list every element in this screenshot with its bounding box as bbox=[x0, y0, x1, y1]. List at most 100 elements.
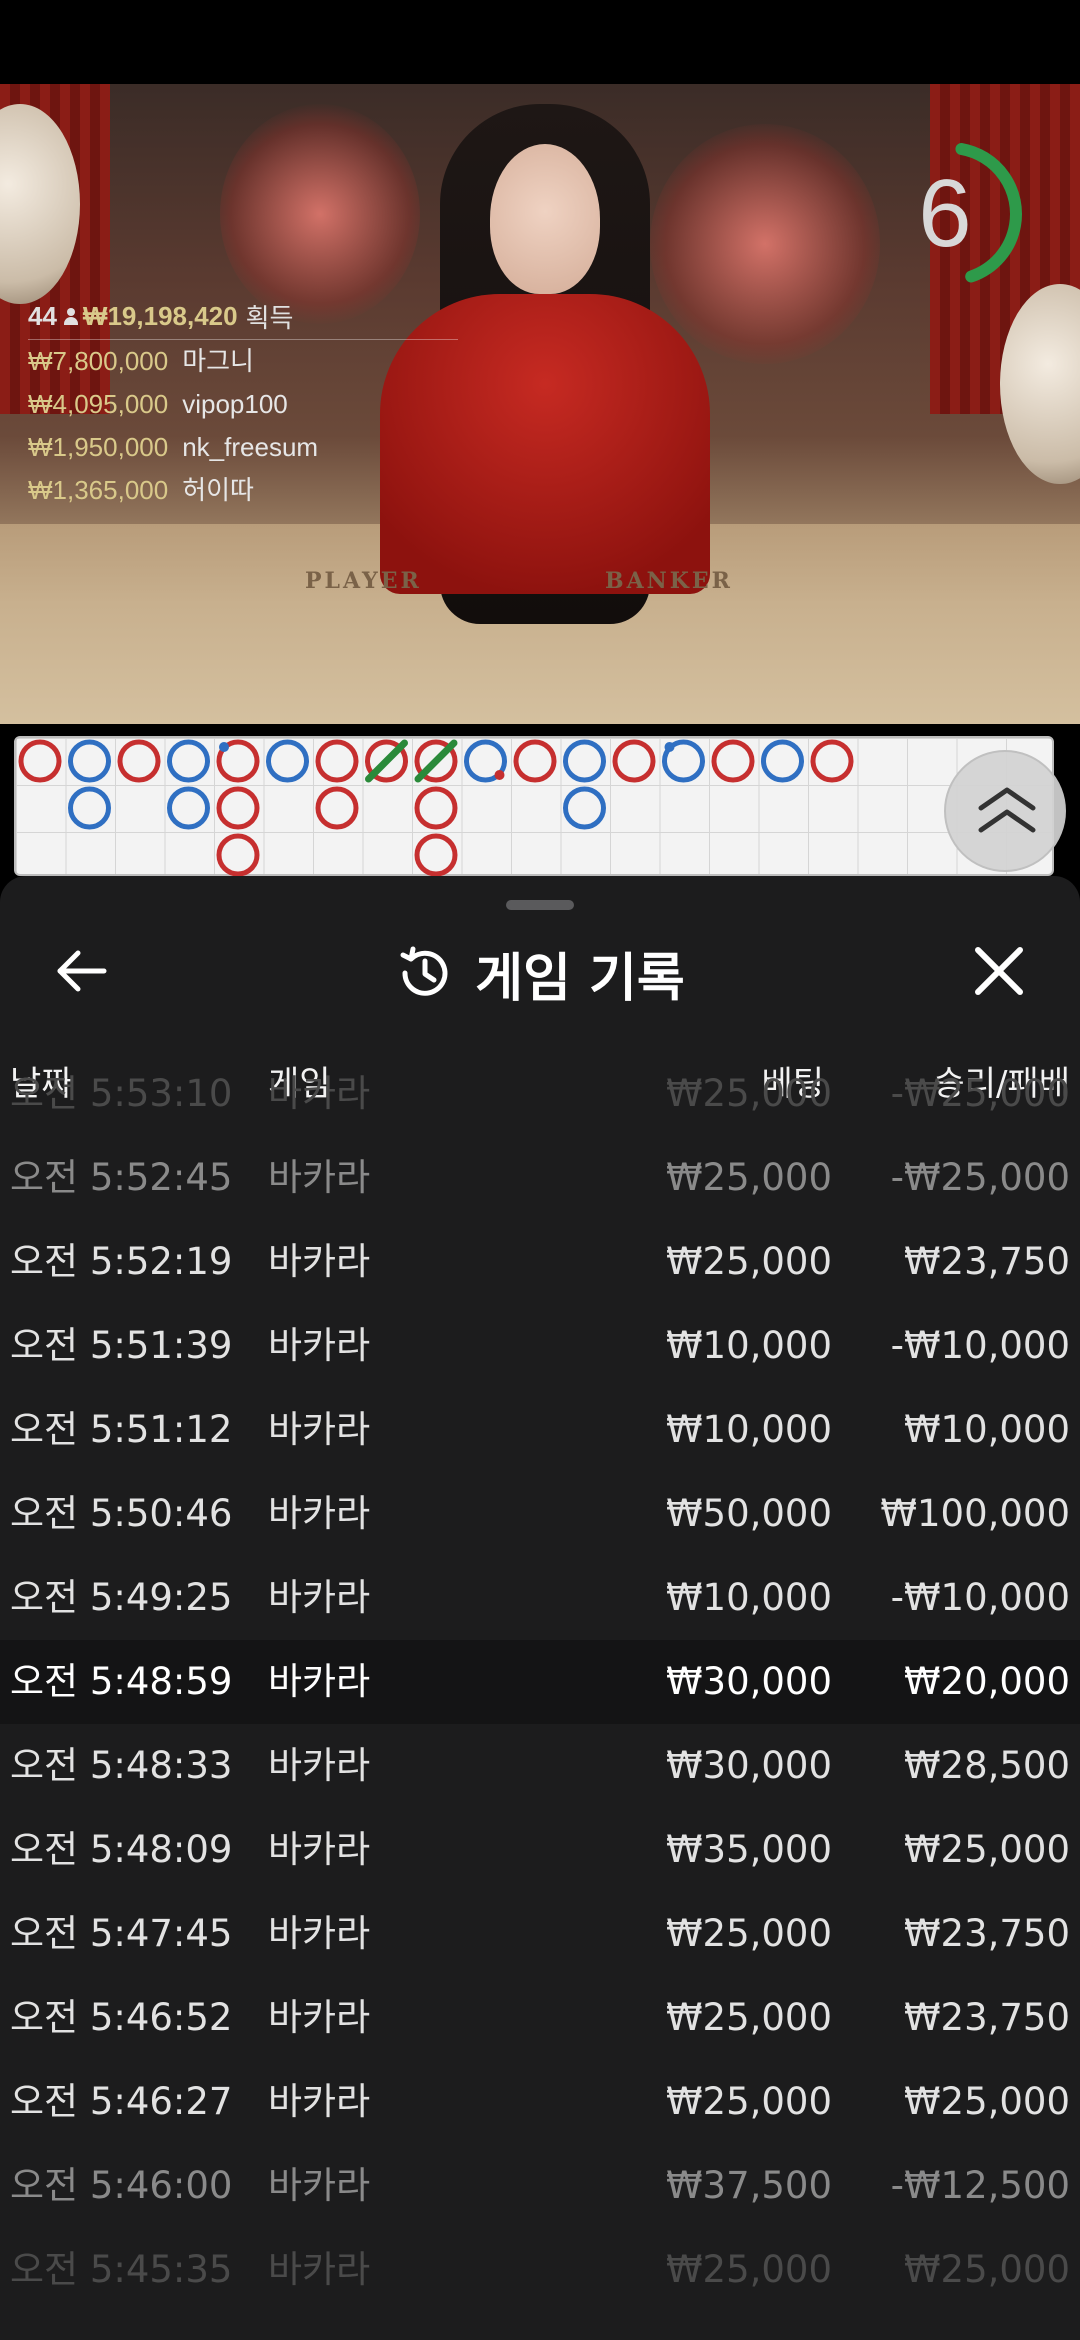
live-video-feed[interactable]: PLAYER BANKER 6 44 ₩19,198,420 획득 ₩7,800… bbox=[0, 84, 1080, 724]
row-time: 오전 5:45:35 bbox=[10, 2248, 233, 2291]
banker-pair-dot bbox=[494, 770, 505, 780]
history-row[interactable]: 오전 5:52:45 바카라 ₩25,000 -₩25,000 bbox=[0, 1136, 1080, 1220]
winner-name: vipop100 bbox=[182, 389, 288, 419]
row-bet: ₩25,000 bbox=[665, 2248, 832, 2291]
player-win-marker bbox=[68, 739, 111, 783]
blossom-right bbox=[650, 124, 880, 364]
history-row[interactable]: 오전 5:48:33 바카라 ₩30,000 ₩28,500 bbox=[0, 1724, 1080, 1808]
row-result: ₩28,500 bbox=[903, 1744, 1070, 1787]
winner-amount: ₩7,800,000 bbox=[28, 346, 169, 376]
row-result: ₩25,000 bbox=[903, 2248, 1070, 2291]
winner-amount: ₩1,950,000 bbox=[28, 432, 169, 462]
close-button[interactable] bbox=[964, 936, 1034, 1006]
row-result: ₩23,750 bbox=[903, 1912, 1070, 1955]
row-game: 바카라 bbox=[268, 1660, 371, 1703]
sheet-drag-handle[interactable] bbox=[506, 900, 574, 910]
banker-win-marker bbox=[18, 739, 62, 783]
double-chevron-up-icon bbox=[978, 787, 1036, 833]
player-pair-dot bbox=[664, 742, 675, 752]
winner-name: nk_freesum bbox=[182, 432, 319, 462]
history-row[interactable]: 오전 5:50:46 바카라 ₩50,000 ₩100,000 bbox=[0, 1472, 1080, 1556]
row-bet: ₩25,000 bbox=[665, 2080, 832, 2123]
row-time: 오전 5:48:33 bbox=[10, 1744, 233, 1787]
banker-win-marker bbox=[711, 739, 755, 783]
history-row[interactable]: 오전 5:51:39 바카라 ₩10,000 -₩10,000 bbox=[0, 1304, 1080, 1388]
winners-leaderboard: 44 ₩19,198,420 획득 ₩7,800,000 마그니 ₩4,095,0… bbox=[28, 301, 458, 512]
row-game: 바카라 bbox=[268, 1576, 371, 1619]
row-time: 오전 5:52:45 bbox=[10, 1156, 233, 1199]
row-result: -₩10,000 bbox=[890, 1576, 1070, 1619]
banker-table-label: BANKER bbox=[605, 568, 733, 594]
history-row[interactable]: 오전 5:45:35 바카라 ₩25,000 ₩25,000 bbox=[0, 2228, 1080, 2312]
banker-win-marker bbox=[216, 833, 260, 877]
row-bet: ₩30,000 bbox=[665, 1660, 832, 1703]
history-row[interactable]: 오전 5:48:59 바카라 ₩30,000 ₩20,000 bbox=[0, 1640, 1080, 1724]
winner-amount: ₩4,095,000 bbox=[28, 389, 169, 419]
row-time: 오전 5:47:45 bbox=[10, 1912, 233, 1955]
blossom-left bbox=[220, 104, 420, 324]
row-bet: ₩30,000 bbox=[665, 1744, 832, 1787]
row-result: -₩10,000 bbox=[890, 1324, 1070, 1367]
total-win-suffix: 획득 bbox=[245, 303, 294, 333]
row-result: -₩25,000 bbox=[890, 1072, 1070, 1115]
winner-name: 허이따 bbox=[182, 475, 254, 505]
leaderboard-header: 44 ₩19,198,420 획득 bbox=[28, 301, 458, 340]
player-win-marker bbox=[68, 786, 111, 830]
player-table-label: PLAYER bbox=[305, 568, 422, 594]
countdown-timer: 6 bbox=[880, 124, 1050, 294]
expand-scoreboard-button[interactable] bbox=[944, 750, 1066, 872]
row-result: ₩20,000 bbox=[903, 1660, 1070, 1703]
row-game: 바카라 bbox=[268, 2164, 371, 2207]
banker-win-marker bbox=[513, 739, 557, 783]
history-row[interactable]: 오전 5:51:12 바카라 ₩10,000 ₩10,000 bbox=[0, 1388, 1080, 1472]
player-win-marker bbox=[563, 739, 606, 783]
row-bet: ₩25,000 bbox=[665, 1156, 832, 1199]
sheet-title: 게임 기록 bbox=[0, 938, 1080, 1009]
row-result: ₩10,000 bbox=[903, 1408, 1070, 1451]
history-row[interactable]: 오전 5:48:09 바카라 ₩35,000 ₩25,000 bbox=[0, 1808, 1080, 1892]
player-win-marker bbox=[266, 739, 309, 783]
row-game: 바카라 bbox=[268, 1492, 371, 1535]
row-result: ₩23,750 bbox=[903, 1996, 1070, 2039]
row-bet: ₩10,000 bbox=[665, 1408, 832, 1451]
road-grid bbox=[18, 739, 854, 877]
banker-win-marker bbox=[414, 786, 458, 830]
row-time: 오전 5:48:09 bbox=[10, 1828, 233, 1871]
row-game: 바카라 bbox=[268, 1324, 371, 1367]
history-list[interactable]: 오전 5:53:10 바카라 ₩25,000 -₩25,000 오전 5:52:45 바카… bbox=[0, 1072, 1080, 2340]
row-game: 바카라 bbox=[268, 1408, 371, 1451]
banker-win-marker bbox=[315, 786, 359, 830]
row-result: -₩12,500 bbox=[890, 2164, 1070, 2207]
row-time: 오전 5:48:59 bbox=[10, 1660, 233, 1703]
row-bet: ₩35,000 bbox=[665, 1828, 832, 1871]
row-game: 바카라 bbox=[268, 1828, 371, 1871]
history-row[interactable]: 오전 5:47:45 바카라 ₩25,000 ₩23,750 bbox=[0, 1892, 1080, 1976]
history-row[interactable]: 오전 5:46:27 바카라 ₩25,000 ₩25,000 bbox=[0, 2060, 1080, 2144]
row-game: 바카라 bbox=[268, 1156, 371, 1199]
row-time: 오전 5:52:19 bbox=[10, 1240, 233, 1283]
history-row[interactable]: 오전 5:46:00 바카라 ₩37,500 -₩12,500 bbox=[0, 2144, 1080, 2228]
history-icon bbox=[400, 946, 448, 996]
row-result: ₩100,000 bbox=[880, 1492, 1070, 1535]
close-icon bbox=[975, 947, 1023, 995]
player-win-marker bbox=[167, 786, 210, 830]
row-game: 바카라 bbox=[268, 1996, 371, 2039]
history-row[interactable]: 오전 5:49:25 바카라 ₩10,000 -₩10,000 bbox=[0, 1556, 1080, 1640]
banker-win-marker bbox=[414, 833, 458, 877]
history-row[interactable]: 오전 5:52:19 바카라 ₩25,000 ₩23,750 bbox=[0, 1220, 1080, 1304]
leaderboard-row: ₩4,095,000 vipop100 bbox=[28, 383, 458, 426]
banker-win-marker bbox=[315, 739, 359, 783]
history-row[interactable]: 오전 5:53:10 바카라 ₩25,000 -₩25,000 bbox=[0, 1052, 1080, 1136]
row-bet: ₩25,000 bbox=[665, 1240, 832, 1283]
history-row[interactable]: 오전 5:46:52 바카라 ₩25,000 ₩23,750 bbox=[0, 1976, 1080, 2060]
row-time: 오전 5:46:00 bbox=[10, 2164, 233, 2207]
player-win-marker bbox=[167, 739, 210, 783]
row-game: 바카라 bbox=[268, 2248, 371, 2291]
leaderboard-row: ₩1,950,000 nk_freesum bbox=[28, 426, 458, 469]
row-bet: ₩25,000 bbox=[665, 1912, 832, 1955]
banker-win-marker bbox=[810, 739, 854, 783]
row-bet: ₩10,000 bbox=[665, 1576, 832, 1619]
player-win-marker bbox=[761, 739, 804, 783]
bead-road-scoreboard[interactable] bbox=[14, 736, 1054, 877]
row-bet: ₩25,000 bbox=[665, 1072, 832, 1115]
